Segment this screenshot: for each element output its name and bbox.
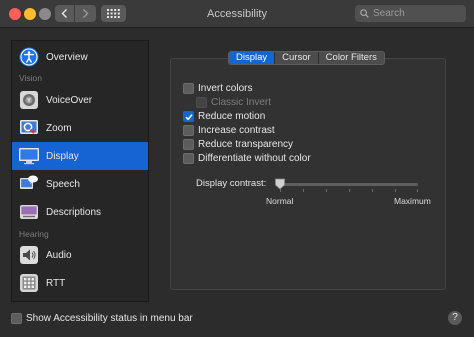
display-contrast-slider-thumb[interactable] — [274, 178, 286, 190]
menu-bar-status-option[interactable]: Show Accessibility status in menu bar — [11, 313, 193, 324]
reduce-transparency-checkbox[interactable] — [183, 139, 194, 150]
display-contrast-label: Display contrast: — [196, 178, 267, 189]
sidebar-item-overview[interactable]: Overview — [12, 43, 148, 71]
sidebar-item-voiceover[interactable]: VoiceOver — [12, 86, 148, 114]
contrast-max-label: Maximum — [394, 196, 431, 206]
differentiate-without-color-label: Differentiate without color — [198, 153, 311, 164]
section-vision-header: Vision — [19, 73, 42, 83]
search-input[interactable] — [373, 8, 463, 19]
classic-invert-checkbox — [196, 97, 207, 108]
sidebar: Overview Vision VoiceOver Zoom Display S… — [11, 40, 149, 302]
descriptions-icon — [18, 201, 40, 223]
audio-icon — [18, 244, 40, 266]
zoom-window-button[interactable] — [39, 8, 51, 20]
slider-tick — [417, 189, 418, 192]
minimize-window-button[interactable] — [24, 8, 36, 20]
forward-button[interactable] — [75, 5, 95, 22]
preferences-window: Accessibility Overview Vision — [0, 0, 474, 337]
sidebar-item-audio[interactable]: Audio — [12, 241, 148, 269]
slider-tick — [372, 189, 373, 192]
tab-cursor[interactable]: Cursor — [274, 52, 318, 64]
display-icon — [18, 145, 40, 167]
reduce-transparency-option[interactable]: Reduce transparency — [183, 138, 293, 151]
navigation-buttons — [55, 5, 96, 22]
sidebar-item-label: VoiceOver — [46, 94, 93, 106]
show-all-button[interactable] — [101, 5, 126, 22]
speech-icon — [18, 173, 40, 195]
show-status-in-menu-bar-label: Show Accessibility status in menu bar — [26, 313, 193, 324]
sidebar-item-label: Audio — [46, 249, 72, 261]
search-icon — [360, 9, 369, 18]
reduce-motion-option[interactable]: Reduce motion — [183, 110, 265, 123]
sidebar-item-zoom[interactable]: Zoom — [12, 114, 148, 142]
checkmark-icon — [184, 113, 193, 120]
contrast-min-label: Normal — [266, 196, 294, 206]
help-button[interactable]: ? — [448, 311, 462, 325]
section-hearing-header: Hearing — [19, 229, 49, 239]
chevron-left-icon — [61, 9, 67, 18]
reduce-motion-checkbox[interactable] — [183, 111, 194, 122]
sidebar-item-label: RTT — [46, 277, 66, 289]
search-field[interactable] — [355, 5, 466, 22]
title-bar: Accessibility — [0, 0, 474, 28]
slider-tick — [349, 189, 350, 192]
show-status-in-menu-bar-checkbox[interactable] — [11, 313, 22, 324]
invert-colors-label: Invert colors — [198, 83, 253, 94]
invert-colors-checkbox[interactable] — [183, 83, 194, 94]
close-window-button[interactable] — [9, 8, 21, 20]
differentiate-without-color-option[interactable]: Differentiate without color — [183, 152, 311, 165]
increase-contrast-checkbox[interactable] — [183, 125, 194, 136]
sidebar-item-label: Overview — [46, 51, 88, 63]
display-contrast-slider-track[interactable] — [280, 183, 418, 186]
tab-color-filters[interactable]: Color Filters — [317, 52, 384, 64]
rtt-icon — [18, 272, 40, 294]
increase-contrast-option[interactable]: Increase contrast — [183, 124, 275, 137]
grid-icon — [107, 9, 120, 18]
sidebar-item-label: Descriptions — [46, 206, 102, 218]
zoom-icon — [18, 117, 40, 139]
slider-tick — [395, 189, 396, 192]
chevron-right-icon — [82, 9, 88, 18]
sidebar-item-label: Zoom — [46, 122, 72, 134]
tab-display[interactable]: Display — [229, 52, 275, 64]
back-button[interactable] — [55, 5, 75, 22]
slider-tick — [326, 189, 327, 192]
tab-bar: Display Cursor Color Filters — [228, 51, 385, 65]
sidebar-item-rtt[interactable]: RTT — [12, 269, 148, 297]
differentiate-without-color-checkbox[interactable] — [183, 153, 194, 164]
slider-tick — [303, 189, 304, 192]
accessibility-icon — [18, 46, 40, 68]
sidebar-item-speech[interactable]: Speech — [12, 170, 148, 198]
reduce-transparency-label: Reduce transparency — [198, 139, 294, 150]
sidebar-item-label: Speech — [46, 178, 80, 190]
sidebar-item-label: Display — [46, 150, 79, 162]
slider-ticks — [280, 189, 418, 193]
increase-contrast-label: Increase contrast — [198, 125, 275, 136]
invert-colors-option[interactable]: Invert colors — [183, 82, 252, 95]
classic-invert-label: Classic Invert — [211, 97, 272, 108]
reduce-motion-label: Reduce motion — [198, 111, 266, 122]
classic-invert-option: Classic Invert — [196, 96, 271, 109]
sidebar-item-display[interactable]: Display — [12, 142, 148, 170]
sidebar-item-descriptions[interactable]: Descriptions — [12, 198, 148, 226]
voiceover-icon — [18, 89, 40, 111]
